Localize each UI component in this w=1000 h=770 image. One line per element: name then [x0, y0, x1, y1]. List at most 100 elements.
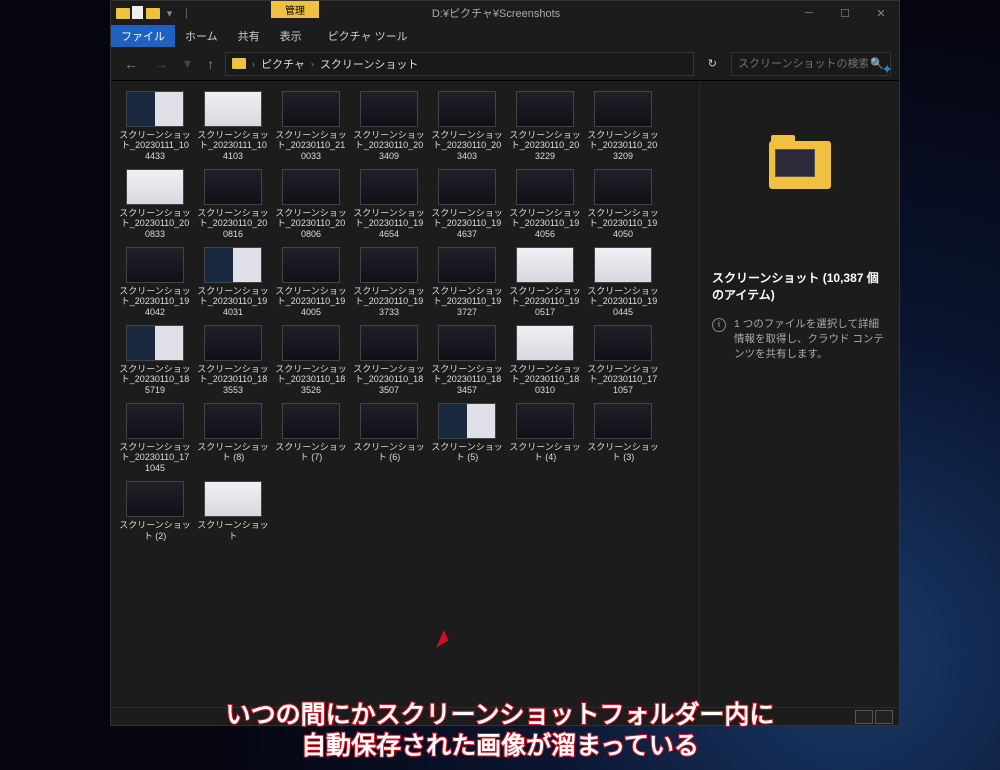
- folder-icon-2[interactable]: [145, 6, 160, 21]
- file-item[interactable]: スクリーンショット_20230110_183553: [195, 323, 271, 397]
- file-item[interactable]: スクリーンショット_20230110_203229: [507, 89, 583, 163]
- tab-view[interactable]: 表示: [270, 25, 312, 47]
- file-item[interactable]: スクリーンショット (4): [507, 401, 583, 475]
- file-item[interactable]: スクリーンショット_20230110_194637: [429, 167, 505, 241]
- file-item[interactable]: スクリーンショット_20230111_104433: [117, 89, 193, 163]
- file-item[interactable]: スクリーンショット (2): [117, 479, 193, 543]
- file-item[interactable]: スクリーンショット_20230110_200806: [273, 167, 349, 241]
- file-grid[interactable]: スクリーンショット_20230111_104433スクリーンショット_20230…: [111, 81, 699, 707]
- file-item[interactable]: スクリーンショット_20230110_183457: [429, 323, 505, 397]
- file-name: スクリーンショット_20230110_194005: [275, 286, 347, 317]
- thumbnail: [516, 403, 574, 439]
- file-item[interactable]: スクリーンショット_20230110_183507: [351, 323, 427, 397]
- file-item[interactable]: スクリーンショット_20230110_194005: [273, 245, 349, 319]
- details-hint: i 1 つのファイルを選択して詳細情報を取得し、クラウド コンテンツを共有します…: [712, 317, 887, 363]
- file-item[interactable]: スクリーンショット_20230110_194031: [195, 245, 271, 319]
- thumbnail: [126, 91, 184, 127]
- file-item[interactable]: スクリーンショット_20230111_104103: [195, 89, 271, 163]
- file-name: スクリーンショット_20230110_200833: [119, 208, 191, 239]
- file-item[interactable]: スクリーンショット_20230110_194056: [507, 167, 583, 241]
- file-item[interactable]: スクリーンショット (6): [351, 401, 427, 475]
- navigation-bar: ← → ▾ ↑ › ピクチャ › スクリーンショット ↻ 🔍: [111, 47, 899, 81]
- file-item[interactable]: スクリーンショット (3): [585, 401, 661, 475]
- file-name: スクリーンショット_20230110_183507: [353, 364, 425, 395]
- file-item[interactable]: スクリーンショット_20230110_194042: [117, 245, 193, 319]
- file-item[interactable]: スクリーンショット (5): [429, 401, 505, 475]
- caption-line-2: 自動保存された画像が溜まっている: [0, 731, 1000, 762]
- file-name: スクリーンショット_20230110_190517: [509, 286, 581, 317]
- minimize-button[interactable]: ─: [791, 1, 827, 25]
- file-item[interactable]: スクリーンショット_20230110_194050: [585, 167, 661, 241]
- ribbon-context-tab[interactable]: 管理: [271, 1, 319, 18]
- file-item[interactable]: スクリーンショット_20230110_193727: [429, 245, 505, 319]
- file-name: スクリーンショット_20230110_183526: [275, 364, 347, 395]
- search-input[interactable]: [738, 58, 868, 70]
- file-item[interactable]: スクリーンショット_20230110_203403: [429, 89, 505, 163]
- file-item[interactable]: スクリーンショット_20230110_180310: [507, 323, 583, 397]
- thumbnail: [594, 247, 652, 283]
- file-item[interactable]: スクリーンショット_20230110_193733: [351, 245, 427, 319]
- file-name: スクリーンショット_20230111_104103: [197, 130, 269, 161]
- file-item[interactable]: スクリーンショット (7): [273, 401, 349, 475]
- file-item[interactable]: スクリーンショット_20230110_171045: [117, 401, 193, 475]
- thumbnail: [360, 325, 418, 361]
- thumbnail: [282, 325, 340, 361]
- thumbnail: [126, 169, 184, 205]
- file-menu[interactable]: ファイル: [111, 25, 175, 47]
- address-bar[interactable]: › ピクチャ › スクリーンショット: [225, 52, 694, 76]
- file-item[interactable]: スクリーンショット_20230110_171057: [585, 323, 661, 397]
- thumbnail: [438, 91, 496, 127]
- tab-home[interactable]: ホーム: [175, 25, 228, 47]
- file-name: スクリーンショット_20230110_194056: [509, 208, 581, 239]
- titlebar[interactable]: ▾ | 管理 D:¥ピクチャ¥Screenshots ─ ☐ ✕: [111, 1, 899, 25]
- folder-icon[interactable]: [115, 6, 130, 21]
- file-name: スクリーンショット_20230110_194031: [197, 286, 269, 317]
- file-item[interactable]: スクリーンショット_20230110_190445: [585, 245, 661, 319]
- tab-picture-tools[interactable]: ピクチャ ツール: [318, 25, 418, 47]
- file-item[interactable]: スクリーンショット_20230110_183526: [273, 323, 349, 397]
- file-name: スクリーンショット_20230110_171057: [587, 364, 659, 395]
- tab-share[interactable]: 共有: [228, 25, 270, 47]
- folder-icon: [232, 58, 246, 69]
- file-name: スクリーンショット_20230110_203409: [353, 130, 425, 161]
- maximize-button[interactable]: ☐: [827, 1, 863, 25]
- thumbnail: [360, 169, 418, 205]
- file-name: スクリーンショット (6): [353, 442, 425, 463]
- thumbnail: [282, 91, 340, 127]
- thumbnail: [594, 403, 652, 439]
- caption-line-1: いつの間にかスクリーンショットフォルダー内に: [0, 700, 1000, 731]
- file-item[interactable]: スクリーンショット_20230110_185719: [117, 323, 193, 397]
- file-name: スクリーンショット (2): [119, 520, 191, 541]
- recent-dropdown[interactable]: ▾: [179, 53, 196, 74]
- thumbnail: [204, 481, 262, 517]
- window-path-title: D:¥ピクチャ¥Screenshots: [432, 5, 560, 21]
- breadcrumb-pictures[interactable]: ピクチャ: [261, 56, 305, 72]
- thumbnail: [438, 169, 496, 205]
- file-item[interactable]: スクリーンショット (8): [195, 401, 271, 475]
- file-item[interactable]: スクリーンショット: [195, 479, 271, 543]
- explorer-window: ▾ | 管理 D:¥ピクチャ¥Screenshots ─ ☐ ✕ ファイル ホー…: [110, 0, 900, 726]
- chevron-right-icon[interactable]: ›: [311, 59, 314, 69]
- file-item[interactable]: スクリーンショット_20230110_210033: [273, 89, 349, 163]
- annotation-caption: いつの間にかスクリーンショットフォルダー内に 自動保存された画像が溜まっている: [0, 700, 1000, 763]
- file-item[interactable]: スクリーンショット_20230110_200833: [117, 167, 193, 241]
- forward-button[interactable]: →: [149, 54, 173, 74]
- breadcrumb-current[interactable]: スクリーンショット: [320, 56, 418, 72]
- details-hint-text: 1 つのファイルを選択して詳細情報を取得し、クラウド コンテンツを共有します。: [734, 317, 887, 363]
- search-box[interactable]: 🔍: [731, 52, 891, 76]
- up-button[interactable]: ↑: [202, 54, 219, 74]
- details-title: スクリーンショット (10,387 個のアイテム): [712, 269, 887, 303]
- chevron-right-icon[interactable]: ›: [252, 59, 255, 69]
- file-name: スクリーンショット_20230110_200816: [197, 208, 269, 239]
- file-item[interactable]: スクリーンショット_20230110_203409: [351, 89, 427, 163]
- refresh-button[interactable]: ↻: [700, 57, 725, 70]
- close-button[interactable]: ✕: [863, 1, 899, 25]
- file-icon[interactable]: [132, 6, 143, 19]
- file-name: スクリーンショット_20230110_190445: [587, 286, 659, 317]
- file-item[interactable]: スクリーンショット_20230110_194654: [351, 167, 427, 241]
- file-item[interactable]: スクリーンショット_20230110_200816: [195, 167, 271, 241]
- file-item[interactable]: スクリーンショット_20230110_203209: [585, 89, 661, 163]
- file-item[interactable]: スクリーンショット_20230110_190517: [507, 245, 583, 319]
- chevron-down-icon[interactable]: ▾: [162, 6, 177, 21]
- back-button[interactable]: ←: [119, 54, 143, 74]
